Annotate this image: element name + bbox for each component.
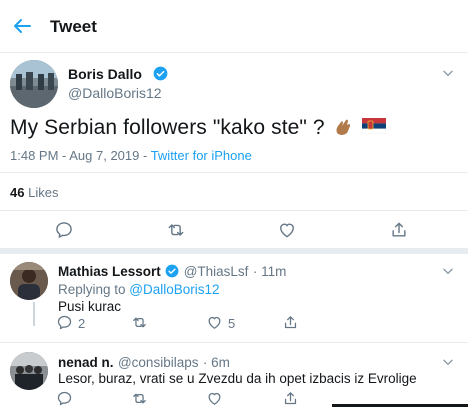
reply-author-name[interactable]: Mathias Lessort (58, 264, 161, 279)
tweet-timestamp: 1:48 PM - Aug 7, 2019 - (10, 148, 151, 163)
comment-icon[interactable] (56, 390, 73, 407)
likes-summary[interactable]: 46 Likes (10, 185, 58, 200)
chevron-down-icon[interactable] (441, 264, 455, 278)
comment-icon[interactable] (54, 220, 74, 240)
verified-badge-icon (153, 66, 168, 81)
pinching-hand-emoji (336, 119, 350, 135)
like-count: 5 (228, 316, 236, 331)
reply-author-handle[interactable]: @consibilaps (118, 355, 199, 370)
tweet-body: My Serbian followers "kako ste" ? (10, 116, 325, 139)
replying-to-prefix: Replying to (58, 282, 130, 297)
author-handle[interactable]: @DalloBoris12 (68, 85, 162, 101)
page-title: Tweet (50, 17, 97, 36)
verified-badge-icon (165, 264, 179, 278)
share-icon[interactable] (282, 314, 299, 331)
divider (0, 342, 468, 343)
tweet-meta: 1:48 PM - Aug 7, 2019 - Twitter for iPho… (10, 148, 252, 163)
avatar[interactable] (10, 262, 48, 300)
share-icon[interactable] (389, 220, 409, 240)
chevron-down-icon[interactable] (441, 66, 455, 80)
header-divider (0, 52, 468, 53)
arrow-left-icon[interactable] (10, 14, 34, 38)
heart-icon[interactable] (277, 220, 297, 240)
reply-author-name[interactable]: nenad n. (58, 355, 114, 370)
retweet-icon[interactable] (131, 390, 148, 407)
author-name[interactable]: Boris Dallo (68, 66, 142, 82)
replying-to-handle-link[interactable]: @DalloBoris12 (129, 282, 219, 297)
reply-time: · 6m (202, 355, 230, 370)
heart-icon[interactable] (206, 314, 223, 331)
heart-icon[interactable] (206, 390, 223, 407)
reply-count: 2 (78, 316, 86, 331)
header-bar: Tweet (0, 0, 468, 52)
reply-header: nenad n. @consibilaps · 6m (58, 354, 230, 372)
tweet-text: My Serbian followers "kako ste" ? (10, 116, 386, 140)
share-icon[interactable] (282, 390, 299, 407)
avatar[interactable] (10, 352, 48, 390)
reply-header: Mathias Lessort @ThiasLsf · 11m (58, 263, 286, 281)
likes-label: Likes (28, 185, 59, 200)
reply-text: Pusi kurac (58, 299, 122, 314)
section-divider (0, 248, 468, 254)
avatar[interactable] (10, 60, 58, 108)
tweet-source-link[interactable]: Twitter for iPhone (151, 148, 252, 163)
thread-line (33, 302, 35, 326)
divider (0, 210, 468, 211)
likes-count: 46 (10, 185, 25, 200)
replying-to: Replying to @DalloBoris12 (58, 281, 220, 299)
reply-time: · 11m (252, 264, 287, 279)
reply-text: Lesor, buraz, vrati se u Zvezdu da ih op… (58, 371, 417, 386)
divider (0, 172, 468, 173)
retweet-icon[interactable] (131, 314, 148, 331)
comment-icon[interactable] (56, 314, 73, 331)
chevron-down-icon[interactable] (441, 355, 455, 369)
retweet-icon[interactable] (166, 220, 186, 240)
serbia-flag-emoji (361, 118, 386, 135)
reply-author-handle[interactable]: @ThiasLsf (184, 264, 249, 279)
